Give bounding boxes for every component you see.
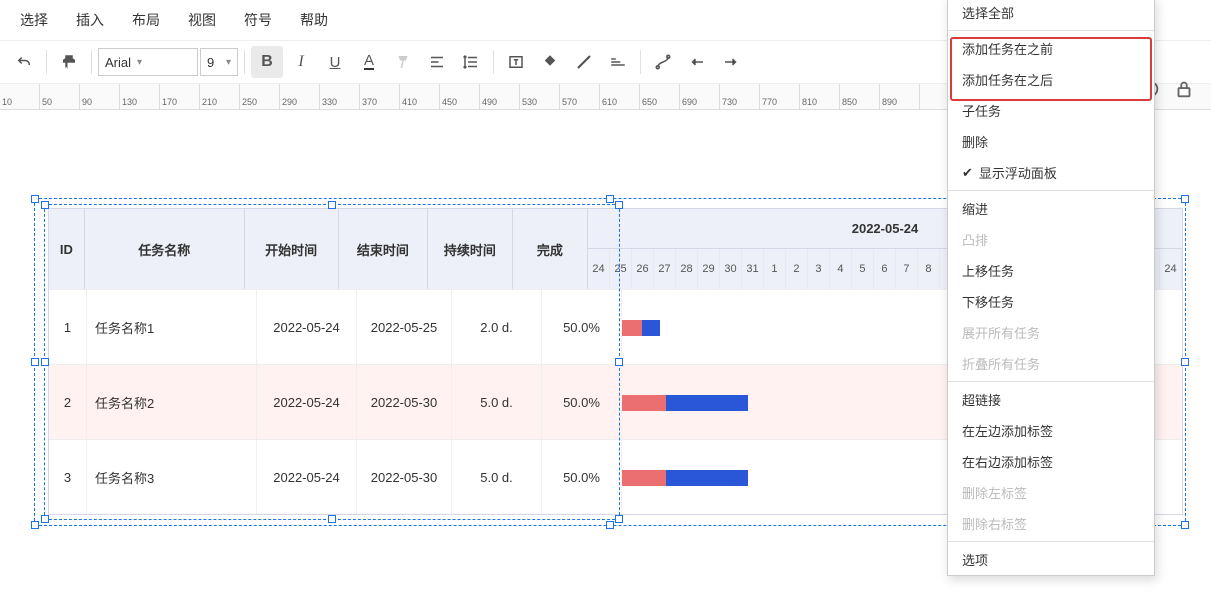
resize-handle[interactable] [328,201,336,209]
ruler-tick: 210 [200,84,240,109]
font-size-select[interactable]: 9▾ [200,48,238,76]
ctx-add-after[interactable]: 添加任务在之后 [948,64,1154,95]
ruler-tick: 530 [520,84,560,109]
resize-handle[interactable] [1181,358,1189,366]
check-icon: ✔ [962,165,973,181]
ruler-tick: 330 [320,84,360,109]
ruler-tick: 890 [880,84,920,109]
fill-color-button[interactable] [534,46,566,78]
ctx-move-up[interactable]: 上移任务 [948,255,1154,286]
ctx-indent[interactable]: 缩进 [948,193,1154,224]
resize-handle[interactable] [606,195,614,203]
format-painter-icon[interactable] [53,46,85,78]
context-menu: 选择全部 添加任务在之前 添加任务在之后 子任务 删除 ✔ 显示浮动面板 缩进 凸… [947,0,1155,576]
ruler-tick: 250 [240,84,280,109]
resize-handle[interactable] [615,358,623,366]
ctx-delete[interactable]: 删除 [948,126,1154,157]
resize-handle[interactable] [1181,195,1189,203]
ruler-tick: 130 [120,84,160,109]
clear-format-button[interactable] [387,46,419,78]
ctx-add-label-left[interactable]: 在左边添加标签 [948,415,1154,446]
font-size-label: 9 [207,55,214,70]
menu-view[interactable]: 视图 [188,10,216,30]
ruler-tick: 610 [600,84,640,109]
underline-button[interactable]: U [319,46,351,78]
ruler-tick: 850 [840,84,880,109]
ruler-tick: 410 [400,84,440,109]
bold-button[interactable]: B [251,46,283,78]
chevron-down-icon: ▾ [226,57,231,68]
ctx-select-all[interactable]: 选择全部 [948,0,1154,28]
ctx-del-label-left: 删除左标签 [948,477,1154,508]
ctx-add-before[interactable]: 添加任务在之前 [948,33,1154,64]
ctx-subtask[interactable]: 子任务 [948,95,1154,126]
font-family-select[interactable]: Arial ▾ [98,48,198,76]
ruler-tick: 810 [800,84,840,109]
resize-handle[interactable] [31,358,39,366]
ruler-tick: 450 [440,84,480,109]
ruler-tick: 770 [760,84,800,109]
resize-handle[interactable] [31,195,39,203]
ctx-float-panel-label: 显示浮动面板 [979,163,1057,182]
resize-handle[interactable] [31,521,39,529]
ruler-tick: 690 [680,84,720,109]
resize-handle[interactable] [41,515,49,523]
connector-icon[interactable] [647,46,679,78]
chevron-down-icon: ▾ [137,57,142,68]
resize-handle[interactable] [1181,521,1189,529]
ruler-tick: 650 [640,84,680,109]
menu-insert[interactable]: 插入 [76,10,104,30]
font-color-button[interactable]: A [353,46,385,78]
ruler-tick: 370 [360,84,400,109]
arrow-start-icon[interactable] [681,46,713,78]
line-color-button[interactable] [568,46,600,78]
font-family-label: Arial [105,55,131,70]
inner-selection[interactable] [44,204,620,520]
arrow-end-icon[interactable] [715,46,747,78]
ctx-options[interactable]: 选项 [948,544,1154,575]
menu-select[interactable]: 选择 [20,10,48,30]
ctx-collapse-all: 折叠所有任务 [948,348,1154,379]
ruler-tick: 90 [80,84,120,109]
italic-button[interactable]: I [285,46,317,78]
ruler-tick: 10 [0,84,40,109]
line-spacing-button[interactable] [455,46,487,78]
align-button[interactable] [421,46,453,78]
resize-handle[interactable] [615,515,623,523]
menu-help[interactable]: 帮助 [300,10,328,30]
ruler-tick: 290 [280,84,320,109]
resize-handle[interactable] [615,201,623,209]
ruler-tick: 50 [40,84,80,109]
line-style-button[interactable] [602,46,634,78]
resize-handle[interactable] [606,521,614,529]
lock-icon[interactable] [1173,78,1195,100]
resize-handle[interactable] [41,201,49,209]
ctx-del-label-right: 删除右标签 [948,508,1154,539]
undo-icon[interactable] [8,46,40,78]
textbox-icon[interactable] [500,46,532,78]
ctx-move-down[interactable]: 下移任务 [948,286,1154,317]
ruler-tick: 570 [560,84,600,109]
resize-handle[interactable] [41,358,49,366]
resize-handle[interactable] [328,515,336,523]
ctx-outdent: 凸排 [948,224,1154,255]
ctx-expand-all: 展开所有任务 [948,317,1154,348]
ctx-add-label-right[interactable]: 在右边添加标签 [948,446,1154,477]
ruler-tick: 170 [160,84,200,109]
menu-symbol[interactable]: 符号 [244,10,272,30]
menu-layout[interactable]: 布局 [132,10,160,30]
ruler-tick: 490 [480,84,520,109]
ctx-float-panel[interactable]: ✔ 显示浮动面板 [948,157,1154,188]
ctx-hyperlink[interactable]: 超链接 [948,384,1154,415]
ruler-tick: 730 [720,84,760,109]
